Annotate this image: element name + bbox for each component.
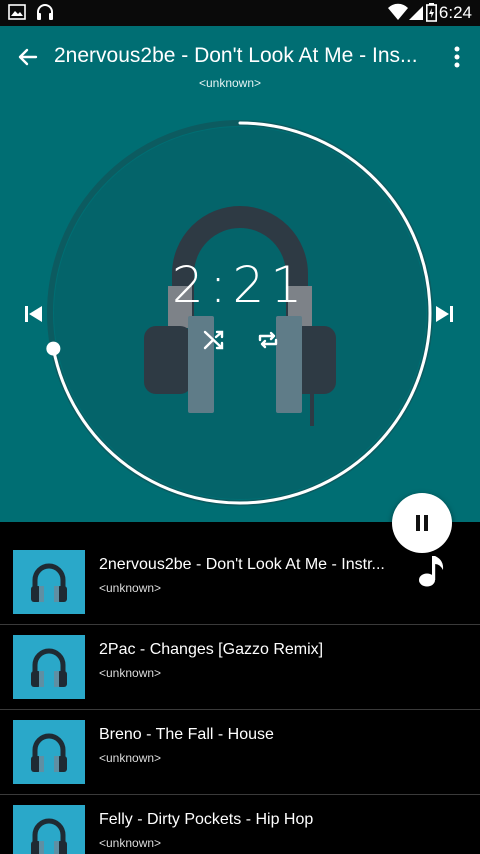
track-title: 2nervous2be - Don't Look At Me - Ins... — [54, 44, 418, 67]
shuffle-icon[interactable] — [200, 326, 228, 354]
list-item[interactable]: 2Pac - Changes [Gazzo Remix] <unknown> — [0, 625, 480, 710]
pause-button[interactable] — [392, 493, 452, 553]
item-title: Felly - Dirty Pockets - Hip Hop — [99, 811, 314, 828]
album-thumbnail — [13, 635, 85, 699]
list-item[interactable]: Breno - The Fall - House <unknown> — [0, 710, 480, 795]
item-artist: <unknown> — [99, 666, 162, 680]
image-icon — [8, 4, 26, 20]
status-bar: 6:24 — [0, 0, 480, 26]
repeat-icon[interactable] — [254, 326, 282, 354]
skip-previous-icon[interactable] — [22, 300, 50, 328]
headphones-icon — [31, 733, 67, 772]
album-thumbnail — [13, 550, 85, 614]
more-vert-icon[interactable] — [446, 42, 468, 72]
battery-icon — [426, 3, 437, 22]
music-note-icon[interactable] — [418, 552, 448, 588]
pause-icon — [416, 515, 428, 531]
skip-next-icon[interactable] — [430, 300, 458, 328]
headphones-icon — [37, 4, 53, 20]
progress-knob — [46, 341, 61, 356]
signal-icon — [409, 6, 423, 20]
headphones-icon — [31, 648, 67, 687]
now-playing-panel: 2nervous2be - Don't Look At Me - Ins... … — [0, 26, 480, 522]
item-title: 2nervous2be - Don't Look At Me - Instr..… — [99, 556, 385, 573]
album-thumbnail — [13, 720, 85, 784]
clock: 6:24 — [438, 3, 472, 22]
headphones-icon — [31, 818, 67, 854]
elapsed-time: 2:21 — [171, 256, 309, 314]
wifi-icon — [388, 3, 408, 20]
item-title: Breno - The Fall - House — [99, 726, 274, 743]
list-item[interactable]: Felly - Dirty Pockets - Hip Hop <unknown… — [0, 795, 480, 854]
track-artist: <unknown> — [198, 76, 262, 90]
item-artist: <unknown> — [99, 836, 162, 850]
headphones-icon — [31, 563, 67, 602]
playlist: 2nervous2be - Don't Look At Me - Instr..… — [0, 540, 480, 854]
item-artist: <unknown> — [99, 581, 162, 595]
item-title: 2Pac - Changes [Gazzo Remix] — [99, 641, 324, 658]
item-artist: <unknown> — [99, 751, 162, 765]
album-thumbnail — [13, 805, 85, 854]
toolbar: 2nervous2be - Don't Look At Me - Ins... … — [0, 26, 480, 96]
back-arrow-icon[interactable] — [12, 40, 46, 74]
